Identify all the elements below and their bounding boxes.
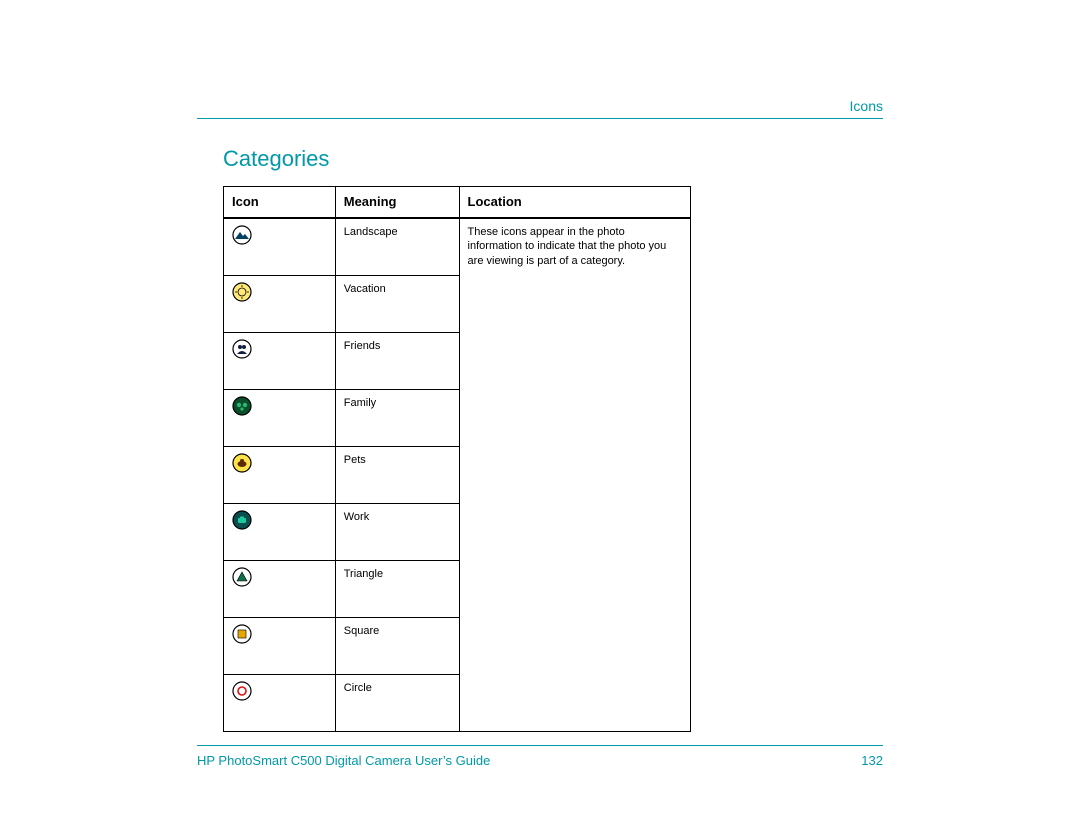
circle-icon — [232, 681, 252, 701]
col-header-meaning: Meaning — [335, 187, 459, 218]
col-header-location: Location — [459, 187, 690, 218]
location-cell: These icons appear in the photo informat… — [459, 218, 690, 732]
table-header-row: Icon Meaning Location — [224, 187, 691, 218]
triangle-icon — [232, 567, 252, 587]
footer-page-number: 132 — [861, 753, 883, 768]
meaning-cell: Pets — [335, 446, 459, 503]
work-icon — [232, 510, 252, 530]
footer-divider — [197, 745, 883, 746]
categories-table: Icon Meaning Location Landscape These ic… — [223, 186, 691, 732]
family-icon — [232, 396, 252, 416]
meaning-cell: Circle — [335, 674, 459, 731]
square-icon — [232, 624, 252, 644]
meaning-cell: Vacation — [335, 275, 459, 332]
pets-icon — [232, 453, 252, 473]
header-section-label: Icons — [850, 98, 883, 114]
meaning-cell: Work — [335, 503, 459, 560]
header-divider — [197, 118, 883, 119]
meaning-cell: Square — [335, 617, 459, 674]
meaning-cell: Landscape — [335, 218, 459, 276]
table-row: Landscape These icons appear in the phot… — [224, 218, 691, 276]
meaning-cell: Triangle — [335, 560, 459, 617]
footer-guide-title: HP PhotoSmart C500 Digital Camera User’s… — [197, 753, 490, 768]
meaning-cell: Family — [335, 389, 459, 446]
landscape-icon — [232, 225, 252, 245]
section-title: Categories — [223, 146, 329, 172]
friends-icon — [232, 339, 252, 359]
vacation-icon — [232, 282, 252, 302]
meaning-cell: Friends — [335, 332, 459, 389]
col-header-icon: Icon — [224, 187, 336, 218]
